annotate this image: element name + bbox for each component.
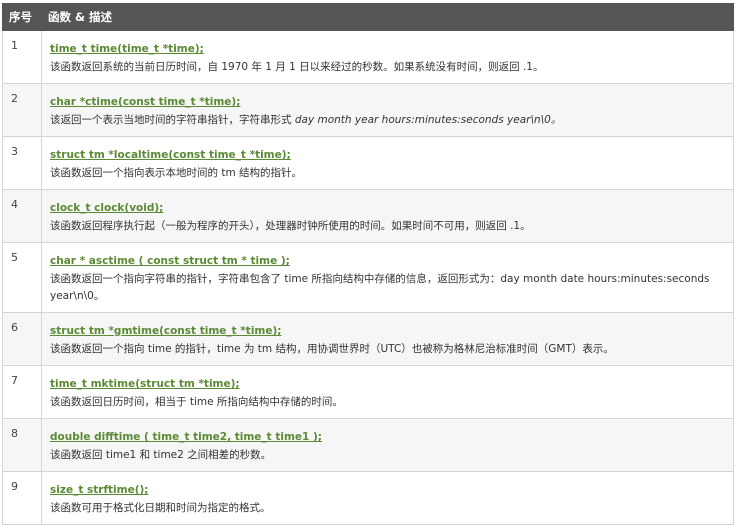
function-signature-link[interactable]: clock_t clock(void); [50, 200, 163, 217]
function-signature-link[interactable]: double difftime ( time_t time2, time_t t… [50, 429, 322, 446]
row-description-cell: clock_t clock(void); 该函数返回程序执行起（一般为程序的开头… [41, 189, 734, 243]
description-text: 该函数可用于格式化日期和时间为指定的格式。 [50, 502, 271, 514]
function-table-wrapper: 序号 函数 & 描述 1 time_t time(time_t *time); … [2, 3, 734, 525]
row-description-cell: double difftime ( time_t time2, time_t t… [41, 418, 734, 472]
description-text: 该函数返回一个指向字符串的指针，字符串包含了 time 所指向结构中存储的信息，… [50, 273, 710, 302]
row-number: 6 [2, 312, 42, 366]
description-text: 该函数返回程序执行起（一般为程序的开头），处理器时钟所使用的时间。如果时间不可用… [50, 220, 531, 232]
row-number: 9 [2, 471, 42, 525]
function-description: 该函数返回日历时间，相当于 time 所指向结构中存储的时间。 [50, 394, 727, 411]
row-description-cell: char *ctime(const time_t *time); 该返回一个表示… [41, 83, 734, 137]
row-number: 1 [2, 30, 42, 84]
table-header-row: 序号 函数 & 描述 [2, 3, 734, 31]
description-text: 该返回一个表示当地时间的字符串指针，字符串形式 [50, 114, 295, 126]
function-table: 序号 函数 & 描述 1 time_t time(time_t *time); … [2, 3, 734, 525]
description-format: day month year hours:minutes:seconds yea… [294, 114, 562, 126]
table-row: 8 double difftime ( time_t time2, time_t… [2, 418, 734, 472]
function-signature-link[interactable]: time_t time(time_t *time); [50, 41, 204, 58]
row-description-cell: struct tm *localtime(const time_t *time)… [41, 136, 734, 190]
table-row: 3 struct tm *localtime(const time_t *tim… [2, 136, 734, 190]
table-row: 7 time_t mktime(struct tm *time); 该函数返回日… [2, 365, 734, 419]
function-signature-link[interactable]: struct tm *gmtime(const time_t *time); [50, 323, 281, 340]
table-row: 4 clock_t clock(void); 该函数返回程序执行起（一般为程序的… [2, 189, 734, 243]
table-row: 1 time_t time(time_t *time); 该函数返回系统的当前日… [2, 30, 734, 84]
description-text: 该函数返回日历时间，相当于 time 所指向结构中存储的时间。 [50, 396, 343, 408]
row-description-cell: struct tm *gmtime(const time_t *time); 该… [41, 312, 734, 366]
row-description-cell: time_t mktime(struct tm *time); 该函数返回日历时… [41, 365, 734, 419]
description-text: 该函数返回系统的当前日历时间，自 1970 年 1 月 1 日以来经过的秒数。如… [50, 61, 544, 73]
table-row: 2 char *ctime(const time_t *time); 该返回一个… [2, 83, 734, 137]
function-description: 该函数返回系统的当前日历时间，自 1970 年 1 月 1 日以来经过的秒数。如… [50, 59, 727, 76]
function-description: 该函数返回一个指向字符串的指针，字符串包含了 time 所指向结构中存储的信息，… [50, 271, 727, 305]
function-signature-link[interactable]: time_t mktime(struct tm *time); [50, 376, 240, 393]
table-row: 9 size_t strftime(); 该函数可用于格式化日期和时间为指定的格… [2, 471, 734, 525]
header-desc: 函数 & 描述 [41, 3, 734, 31]
description-text: 该函数返回一个指向表示本地时间的 tm 结构的指针。 [50, 167, 303, 179]
header-num: 序号 [2, 3, 42, 31]
row-number: 3 [2, 136, 42, 190]
row-number: 7 [2, 365, 42, 419]
row-number: 5 [2, 242, 42, 313]
row-description-cell: time_t time(time_t *time); 该函数返回系统的当前日历时… [41, 30, 734, 84]
row-number: 8 [2, 418, 42, 472]
row-number: 2 [2, 83, 42, 137]
function-description: 该函数返回 time1 和 time2 之间相差的秒数。 [50, 447, 727, 464]
function-signature-link[interactable]: char * asctime ( const struct tm * time … [50, 253, 290, 270]
function-signature-link[interactable]: struct tm *localtime(const time_t *time)… [50, 147, 291, 164]
function-description: 该函数返回程序执行起（一般为程序的开头），处理器时钟所使用的时间。如果时间不可用… [50, 218, 727, 235]
function-description: 该函数返回一个指向 time 的指针，time 为 tm 结构，用协调世界时（U… [50, 341, 727, 358]
description-text: 该函数返回一个指向 time 的指针，time 为 tm 结构，用协调世界时（U… [50, 343, 614, 355]
table-row: 5 char * asctime ( const struct tm * tim… [2, 242, 734, 313]
function-description: 该函数返回一个指向表示本地时间的 tm 结构的指针。 [50, 165, 727, 182]
description-text: 该函数返回 time1 和 time2 之间相差的秒数。 [50, 449, 272, 461]
row-description-cell: size_t strftime(); 该函数可用于格式化日期和时间为指定的格式。 [41, 471, 734, 525]
function-description: 该返回一个表示当地时间的字符串指针，字符串形式 day month year h… [50, 112, 727, 129]
function-description: 该函数可用于格式化日期和时间为指定的格式。 [50, 500, 727, 517]
function-signature-link[interactable]: char *ctime(const time_t *time); [50, 94, 240, 111]
table-row: 6 struct tm *gmtime(const time_t *time);… [2, 312, 734, 366]
row-number: 4 [2, 189, 42, 243]
row-description-cell: char * asctime ( const struct tm * time … [41, 242, 734, 313]
